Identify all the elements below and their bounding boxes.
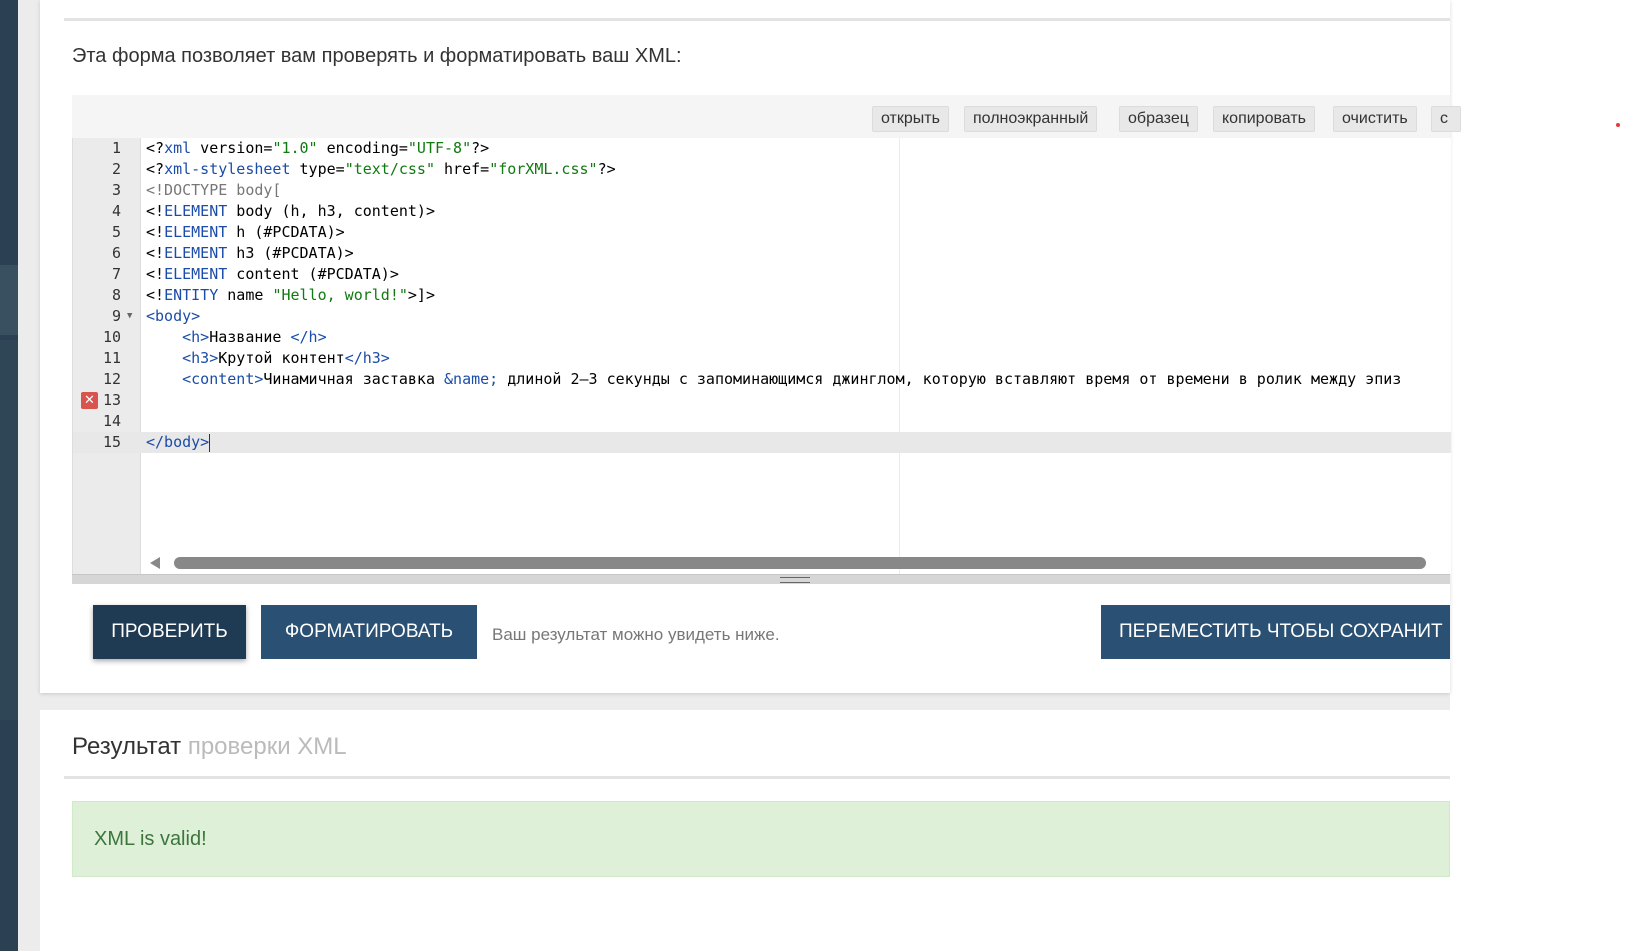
success-message: XML is valid! — [94, 828, 207, 850]
success-alert: XML is valid! — [72, 801, 1450, 877]
line-number: 1 — [111, 139, 121, 157]
clear-button[interactable]: очистить — [1333, 106, 1417, 132]
code-line[interactable]: 7 <!ELEMENT content (#PCDATA)> — [73, 264, 1451, 285]
error-icon[interactable]: ✕ — [81, 392, 98, 409]
code-lines[interactable]: 1 <?xml version="1.0" encoding="UTF-8"?> 2… — [73, 138, 1451, 453]
code-line-text: <!ENTITY name "Hello, world!">]> — [146, 286, 435, 304]
code-line-text: <!ELEMENT content (#PCDATA)> — [146, 265, 399, 283]
code-line[interactable]: 15 </body> — [73, 432, 1451, 453]
code-line[interactable]: 12 <content>Чинамичная заставка &name; д… — [73, 369, 1451, 390]
result-panel: Результат проверки XML XML is valid! — [40, 710, 1450, 951]
result-title-main: Результат — [72, 733, 182, 760]
format-button[interactable]: ФОРМАТИРОВАТЬ — [261, 605, 477, 659]
code-line-text: <?xml-stylesheet type="text/css" href="f… — [146, 160, 616, 178]
sidebar-segment — [0, 265, 18, 335]
code-line[interactable]: 8 <!ENTITY name "Hello, world!">]> — [73, 285, 1451, 306]
horizontal-scrollbar[interactable] — [140, 552, 1451, 574]
code-line[interactable]: 3 <!DOCTYPE body[ — [73, 180, 1451, 201]
code-line[interactable]: 9 ▼ <body> — [73, 306, 1451, 327]
truncated-toolbar-button[interactable]: с — [1431, 106, 1461, 132]
fullscreen-button[interactable]: полноэкранный — [964, 106, 1098, 132]
code-line[interactable]: 5 <!ELEMENT h (#PCDATA)> — [73, 222, 1451, 243]
line-number: 15 — [102, 433, 121, 451]
line-number: 7 — [111, 265, 121, 283]
code-line[interactable]: 11 <h3>Крутой контент</h3> — [73, 348, 1451, 369]
code-line[interactable]: 13 ✕ — [73, 390, 1451, 411]
check-button[interactable]: ПРОВЕРИТЬ — [93, 605, 246, 659]
code-line[interactable]: 1 <?xml version="1.0" encoding="UTF-8"?> — [73, 138, 1451, 159]
result-title-sub: проверки XML — [187, 733, 347, 760]
code-line[interactable]: 10 <h>Название </h> — [73, 327, 1451, 348]
code-line[interactable]: 4 <!ELEMENT body (h, h3, content)> — [73, 201, 1451, 222]
sidebar-segment — [0, 340, 18, 720]
line-number: 10 — [102, 328, 121, 346]
line-number: 8 — [111, 286, 121, 304]
code-area[interactable]: 1 <?xml version="1.0" encoding="UTF-8"?> 2… — [72, 138, 1451, 574]
scrollbar-thumb[interactable] — [174, 557, 1426, 569]
intro-text: Эта форма позволяет вам проверять и форм… — [72, 45, 682, 67]
text-cursor — [209, 433, 211, 452]
code-line-text: <h3>Крутой контент</h3> — [182, 349, 390, 367]
line-number: 6 — [111, 244, 121, 262]
line-number: 11 — [102, 349, 121, 367]
code-line[interactable]: 6 <!ELEMENT h3 (#PCDATA)> — [73, 243, 1451, 264]
code-line-text: <body> — [146, 307, 201, 325]
editor-resize-handle[interactable] — [72, 574, 1450, 584]
code-line[interactable]: 2 <?xml-stylesheet type="text/css" href="… — [73, 159, 1451, 180]
divider — [64, 776, 1450, 779]
left-sidebar-strip — [0, 0, 18, 951]
editor-toolbar: открыть полноэкранный образец копировать… — [72, 95, 1461, 139]
fold-arrow-icon[interactable]: ▼ — [127, 306, 132, 327]
xml-editor: открыть полноэкранный образец копировать… — [72, 95, 1461, 585]
code-line-text: <!ELEMENT h3 (#PCDATA)> — [146, 244, 354, 262]
line-number: 4 — [111, 202, 121, 220]
line-number: 5 — [111, 223, 121, 241]
sample-button[interactable]: образец — [1119, 106, 1198, 132]
open-button[interactable]: открыть — [872, 106, 949, 132]
code-line-text: <!ELEMENT body (h, h3, content)> — [146, 202, 435, 220]
divider — [64, 18, 1450, 21]
move-to-save-button[interactable]: ПЕРЕМЕСТИТЬ ЧТОБЫ СОХРАНИТ — [1101, 605, 1450, 659]
copy-button[interactable]: копировать — [1213, 106, 1316, 132]
code-line-text: <content>Чинамичная заставка &name; длин… — [182, 370, 1402, 388]
line-number: 2 — [111, 160, 121, 178]
line-number: 9 — [111, 307, 121, 325]
code-line-text: </body> — [146, 433, 211, 452]
red-dot-marker — [1616, 123, 1620, 127]
code-line-text: <h>Название </h> — [182, 328, 327, 346]
line-number: 12 — [102, 370, 121, 388]
result-title: Результат проверки XML — [72, 733, 347, 761]
line-number: 14 — [102, 412, 121, 430]
right-blank-area — [1450, 0, 1649, 951]
hint-text: Ваш результат можно увидеть ниже. — [492, 625, 780, 644]
grip-icon — [780, 577, 810, 583]
code-line[interactable]: 14 — [73, 411, 1451, 432]
code-line-text: <!ELEMENT h (#PCDATA)> — [146, 223, 345, 241]
line-number: 3 — [111, 181, 121, 199]
code-line-text: <!DOCTYPE body[ — [146, 181, 282, 199]
code-line-text: <?xml version="1.0" encoding="UTF-8"?> — [146, 139, 490, 157]
scroll-left-arrow-icon[interactable] — [150, 557, 160, 569]
xml-form-panel: Эта форма позволяет вам проверять и форм… — [40, 0, 1461, 693]
